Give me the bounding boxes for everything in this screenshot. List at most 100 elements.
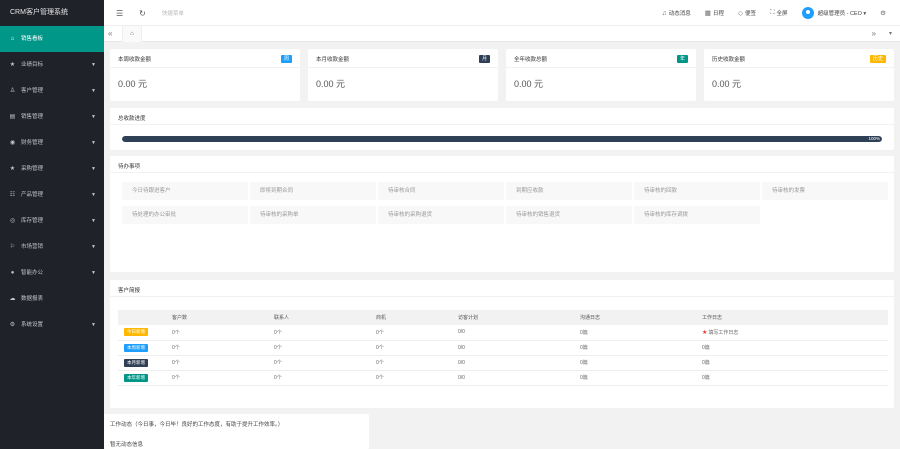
- column-header: 沟通日志: [574, 310, 696, 325]
- sidebar-item[interactable]: ⚙ 系统设置 ▼: [0, 312, 104, 338]
- sidebar-item-label: 系统设置: [21, 322, 44, 328]
- customer-brief-title: 客户简报: [118, 288, 141, 294]
- todo-item[interactable]: 待处理的办公审批: [122, 206, 248, 224]
- header-bell-button[interactable]: ♫ 动态消息: [662, 9, 691, 18]
- gear-icon: ⚙: [9, 322, 16, 328]
- user-menu[interactable]: 超级管理员 - CEO ▾: [801, 7, 867, 19]
- sidebar-item[interactable]: ⌂ 销售看板: [0, 26, 104, 52]
- table-cell: 0个: [166, 355, 268, 371]
- star-icon: ★: [702, 329, 708, 336]
- header-fullscreen-button[interactable]: ⛶ 全屏: [770, 9, 788, 17]
- sidebar-item[interactable]: ★ 业绩目标 ▼: [0, 52, 104, 78]
- header-calendar-button[interactable]: ▦ 日程: [705, 9, 724, 17]
- caret-down-icon: ▼: [91, 114, 96, 120]
- stat-value: 0.00 元: [118, 79, 148, 89]
- table-row: 今日新增 0个 0个 0个 0/0 0篇 ★填写工作日志: [118, 325, 888, 341]
- tab-scroll-left-icon[interactable]: «: [108, 26, 112, 42]
- sidebar-item-label: 市场营销: [21, 244, 44, 250]
- refresh-icon[interactable]: ↻: [139, 9, 146, 18]
- table-cell: 0个: [166, 370, 268, 386]
- work-log-title: 工作动态（今日事，今日毕！良好的工作态度，有助于提升工作效率。）: [110, 422, 284, 428]
- progress-bar: [122, 136, 882, 142]
- stat-title: 历史收款金额: [712, 57, 746, 63]
- todo-item[interactable]: 即将到期合同: [250, 182, 376, 200]
- stat-value: 0.00 元: [514, 79, 544, 89]
- column-header: 商机: [370, 310, 452, 325]
- table-row: 本月新增 0个 0个 0个 0/0 0篇 0篇: [118, 355, 888, 371]
- header-tag-button[interactable]: ◇ 便签: [738, 9, 756, 17]
- work-log-cell: 0篇: [696, 355, 888, 371]
- caret-down-icon: ▼: [91, 322, 96, 328]
- flag-icon: ⚐: [9, 244, 16, 250]
- caret-down-icon: ▼: [91, 218, 96, 224]
- sidebar-item-label: 业绩目标: [21, 62, 44, 68]
- progress-fill: [122, 136, 882, 142]
- table-cell: 0/0: [452, 340, 574, 356]
- tab-home[interactable]: ⌂: [122, 26, 142, 42]
- caret-down-icon: ▼: [91, 244, 96, 250]
- todo-card: 待办事项 今日待跟进客户 即将到期合同 待审核合同 到期应收款 待审核的回款 待审核的发票…: [110, 156, 894, 272]
- product-icon: ☷: [9, 192, 16, 198]
- table-cell: 0个: [166, 340, 268, 356]
- table-cell: 0篇: [574, 370, 696, 386]
- progress-text: 100%: [868, 136, 880, 141]
- table-cell: 0个: [370, 370, 452, 386]
- sidebar-item[interactable]: ● 智能办公 ▼: [0, 260, 104, 286]
- divider: [506, 67, 696, 68]
- todo-item[interactable]: 今日待跟进客户: [122, 182, 248, 200]
- office-icon: ●: [10, 270, 15, 276]
- sidebar-item-label: 销售看板: [21, 36, 44, 42]
- caret-down-icon: ▼: [91, 88, 96, 94]
- header-settings-button[interactable]: ⚙: [880, 9, 888, 17]
- table-cell: 0个: [370, 340, 452, 356]
- menu-toggle-icon[interactable]: ☰: [116, 9, 123, 18]
- customer-brief-table: 客户数 联系人 商机 访客计划 沟通日志 工作日志 今日新增 0个 0个 0个 0/0 0篇 ★填写工…: [118, 310, 888, 386]
- table-cell: 0个: [268, 355, 370, 371]
- todo-item[interactable]: 待审核的库存调拨: [634, 206, 760, 224]
- sidebar-item[interactable]: ★ 采购管理 ▼: [0, 156, 104, 182]
- stat-card: 本月收款金额 月 0.00 元: [308, 49, 498, 101]
- fill-work-log-link[interactable]: 填写工作日志: [708, 330, 738, 336]
- work-log-cell[interactable]: ★填写工作日志: [696, 325, 888, 341]
- stat-value: 0.00 元: [316, 79, 346, 89]
- todo-item[interactable]: 到期应收款: [506, 182, 632, 200]
- user-name: 超级管理员 - CEO ▾: [817, 11, 867, 17]
- caret-down-icon: ▼: [91, 62, 96, 68]
- sidebar-item-label: 数据报表: [21, 296, 44, 302]
- tab-scroll-right-icon[interactable]: »: [872, 26, 876, 42]
- todo-item[interactable]: 待审核合同: [378, 182, 504, 200]
- sidebar-item[interactable]: ☷ 产品管理 ▼: [0, 182, 104, 208]
- header-item-label: 动态消息: [668, 11, 691, 17]
- sidebar-item[interactable]: ☁ 数据报表: [0, 286, 104, 312]
- table-cell-text: 0篇: [702, 360, 710, 366]
- divider: [110, 124, 894, 125]
- sidebar-item[interactable]: ⚐ 市场营销 ▼: [0, 234, 104, 260]
- row-tag-cell: 本月新增: [118, 355, 166, 371]
- todo-item[interactable]: 待审核的发票: [762, 182, 888, 200]
- tab-menu-icon[interactable]: ▾: [889, 26, 892, 42]
- gear-icon: ⚙: [880, 10, 886, 17]
- top-header: ☰ ↻ 快捷菜单 ♫ 动态消息 ▦ 日程 ◇ 便签 ⛶ 全屏 超级管理员 - CEO ▾ ⚙: [104, 0, 900, 26]
- quick-menu-button[interactable]: 快捷菜单: [162, 9, 184, 17]
- stat-title: 全年收款总额: [514, 57, 548, 63]
- todo-item[interactable]: 待审核的采购单: [250, 206, 376, 224]
- sidebar-item[interactable]: ▤ 销售管理 ▼: [0, 104, 104, 130]
- table-cell: 0/0: [452, 355, 574, 371]
- sidebar-item[interactable]: ◉ 财务管理 ▼: [0, 130, 104, 156]
- column-header: [118, 310, 166, 325]
- work-log-card: 工作动态（今日事，今日毕！良好的工作态度，有助于提升工作效率。） 暂无动态信息: [104, 414, 369, 449]
- column-header: 访客计划: [452, 310, 574, 325]
- todo-item[interactable]: 待审核的销售退货: [506, 206, 632, 224]
- table-cell-text: 0篇: [702, 375, 710, 381]
- calendar-icon: ▦: [704, 10, 711, 17]
- avatar: [801, 7, 814, 19]
- header-left: ☰ ↻ 快捷菜单: [116, 0, 184, 26]
- money-icon: ◉: [9, 140, 16, 146]
- todo-item[interactable]: 待审核的回款: [634, 182, 760, 200]
- sidebar-item[interactable]: ♙ 客户管理 ▼: [0, 78, 104, 104]
- table-row: 本年新增 0个 0个 0个 0/0 0篇 0篇: [118, 370, 888, 386]
- sidebar-item[interactable]: ◎ 库存管理 ▼: [0, 208, 104, 234]
- table-cell: 0个: [370, 325, 452, 341]
- todo-item[interactable]: 待审核的采购退货: [378, 206, 504, 224]
- row-tag-cell: 本周新增: [118, 340, 166, 356]
